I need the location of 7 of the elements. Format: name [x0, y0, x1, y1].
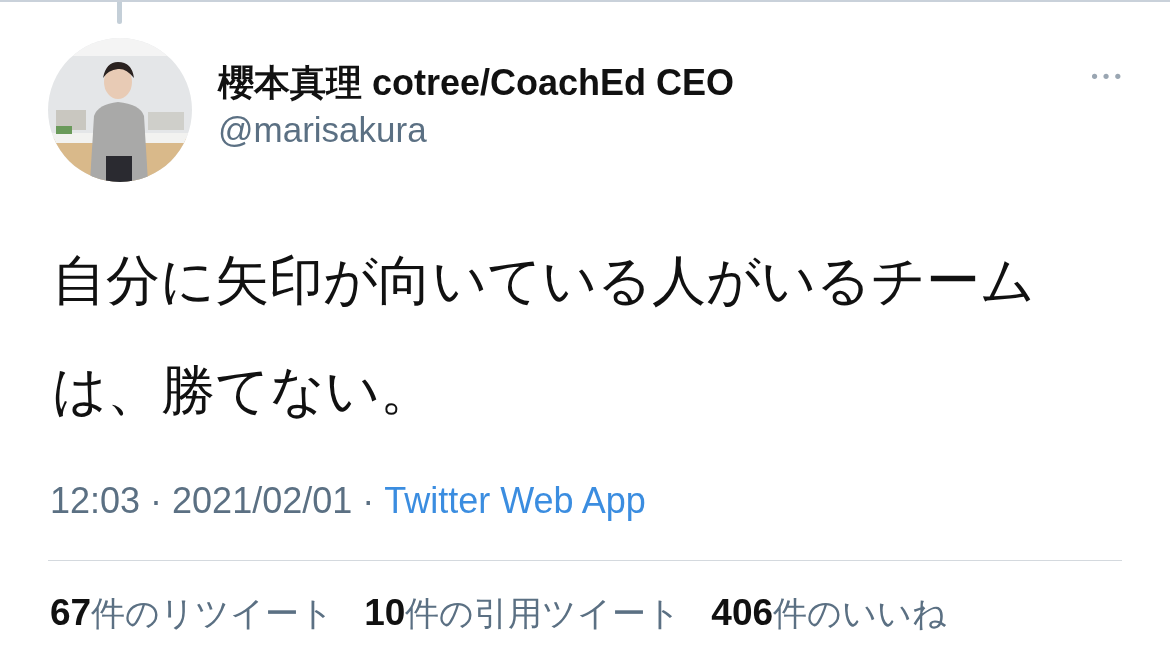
author-name[interactable]: 櫻本真理 cotree/CoachEd CEO [218, 60, 735, 106]
timestamp[interactable]: 12:03 · 2021/02/01 · [50, 480, 375, 522]
author-handle[interactable]: @marisakura [218, 106, 735, 154]
stat-link[interactable]: 67件のリツイート [50, 591, 335, 637]
stat-link[interactable]: 10件の引用ツイート [364, 591, 682, 637]
stat-link[interactable]: 406件のいいね [711, 591, 948, 637]
tweet-text: 自分に矢印が向いている人がいるチームは、勝てない。 [52, 248, 1036, 424]
